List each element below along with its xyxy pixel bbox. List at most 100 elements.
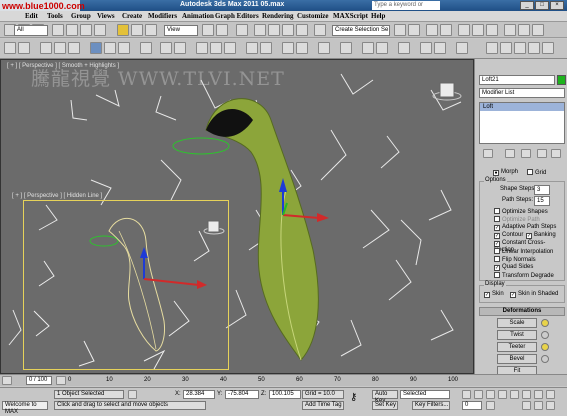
percent-snap-icon[interactable] <box>282 24 294 36</box>
minimize-button[interactable]: _ <box>520 1 534 10</box>
grid-radio[interactable]: Grid <box>527 169 546 176</box>
layer-manager-icon[interactable] <box>426 24 438 36</box>
vertex-icon[interactable] <box>40 42 52 54</box>
selection-icon[interactable] <box>118 42 130 54</box>
mirror-icon[interactable] <box>394 24 406 36</box>
goto-end-icon[interactable] <box>510 390 519 399</box>
unhide-icon[interactable] <box>434 42 446 54</box>
render-setup-icon[interactable] <box>504 24 516 36</box>
pivot-center-icon[interactable] <box>202 24 214 36</box>
fov-icon[interactable] <box>522 401 531 410</box>
pin-stack-icon[interactable] <box>483 149 493 158</box>
maximize-button[interactable]: □ <box>535 1 549 10</box>
ribbon-icon[interactable] <box>4 42 16 54</box>
menu-group[interactable]: Group <box>71 12 91 20</box>
zoom-icon[interactable] <box>522 390 531 399</box>
selection-filter-dropdown[interactable]: All <box>14 25 48 36</box>
set-key-button[interactable]: Set Key <box>372 401 398 410</box>
window-crossing-icon[interactable] <box>94 24 106 36</box>
utilities-panel-icon[interactable] <box>542 42 554 54</box>
select-rotate-icon[interactable] <box>131 24 143 36</box>
material-editor-icon[interactable] <box>486 24 498 36</box>
viewcube-icon[interactable] <box>439 82 455 98</box>
select-scale-icon[interactable] <box>145 24 157 36</box>
menu-views[interactable]: Views <box>97 12 115 20</box>
search-input[interactable]: Type a keyword or phrase <box>372 1 440 17</box>
modifier-list-dropdown[interactable]: Modifier List <box>479 88 565 98</box>
object-paint-icon[interactable] <box>140 42 152 54</box>
msmooth-icon[interactable] <box>362 42 374 54</box>
time-slider[interactable]: 0 / 100 0 10 20 30 40 50 60 70 80 90 100 <box>0 374 567 386</box>
hidden-line-viewport[interactable]: [ + ] [ Perspective ] [ Hidden Line ] <box>12 193 229 370</box>
menu-maxscript[interactable]: MAXScript <box>333 12 368 20</box>
menu-tools[interactable]: Tools <box>47 12 63 20</box>
prev-frame-icon[interactable] <box>2 376 12 385</box>
teeter-button[interactable]: Teeter <box>497 342 537 352</box>
hide-icon[interactable] <box>420 42 432 54</box>
keyboard-shortcut-icon[interactable] <box>236 24 248 36</box>
pan-icon[interactable] <box>534 401 543 410</box>
scale-button[interactable]: Scale <box>497 318 537 328</box>
motion-panel-icon[interactable] <box>514 42 526 54</box>
inset-icon[interactable] <box>224 42 236 54</box>
rendered-frame-icon[interactable] <box>518 24 530 36</box>
linear-interpolation-check[interactable]: Linear Interpolation <box>494 248 553 255</box>
add-time-tag-button[interactable]: Add Time Tag <box>302 401 344 410</box>
schematic-view-icon[interactable] <box>472 24 484 36</box>
menu-customize[interactable]: Customize <box>297 12 329 20</box>
region-select-icon[interactable] <box>80 24 92 36</box>
cut-icon[interactable] <box>174 42 186 54</box>
border-icon[interactable] <box>68 42 80 54</box>
curve-editor-icon[interactable] <box>458 24 470 36</box>
prev-key-icon[interactable] <box>474 390 483 399</box>
adaptive-path-steps-check[interactable]: ✓ Adaptive Path Steps <box>494 224 556 231</box>
modify-panel-icon[interactable] <box>486 42 498 54</box>
zoom-all-icon[interactable] <box>534 390 543 399</box>
teeter-bulb-icon[interactable] <box>541 343 549 351</box>
transform-degrade-check[interactable]: Transform Degrade <box>494 272 554 279</box>
polygon-icon[interactable] <box>18 42 30 54</box>
connect-icon[interactable] <box>246 42 258 54</box>
select-object-icon[interactable] <box>52 24 64 36</box>
goto-start-icon[interactable] <box>462 390 471 399</box>
weld-icon[interactable] <box>282 42 294 54</box>
menu-graph-editors[interactable]: Graph Editors <box>215 12 259 20</box>
swift-loop-icon[interactable] <box>160 42 172 54</box>
tessellate-icon[interactable] <box>376 42 388 54</box>
manipulate-icon[interactable] <box>216 24 228 36</box>
bridge-icon[interactable] <box>318 42 330 54</box>
z-coordinate[interactable]: 100.105 <box>269 390 301 399</box>
planar-icon[interactable] <box>398 42 410 54</box>
optimize-path-check[interactable]: Optimize Path <box>494 216 540 223</box>
deformations-rollout[interactable]: Deformations <box>479 307 565 316</box>
selected-dropdown[interactable]: Selected <box>400 390 450 399</box>
bevel-bulb-icon[interactable] <box>541 355 549 363</box>
object-name-field[interactable]: Loft21 <box>479 75 555 85</box>
stack-item-loft[interactable]: Loft <box>480 103 564 111</box>
optimize-shapes-check[interactable]: Optimize Shapes <box>494 208 548 215</box>
close-button[interactable]: × <box>550 1 564 10</box>
contour-check[interactable]: ✓ Contour <box>494 232 523 239</box>
zoom-extents-icon[interactable] <box>546 390 555 399</box>
ref-coord-dropdown[interactable]: View <box>164 25 198 36</box>
key-icon[interactable]: ⚷ <box>350 392 357 403</box>
orbit-icon[interactable] <box>546 401 555 410</box>
banking-check[interactable]: ✓ Banking <box>526 232 556 239</box>
key-filters-button[interactable]: Key Filters... <box>412 401 450 410</box>
quad-sides-check[interactable]: ✓ Quad Sides <box>494 264 533 271</box>
auto-key-button[interactable]: Auto Key <box>372 390 398 404</box>
snap-toggle-icon[interactable] <box>254 24 266 36</box>
make-unique-icon[interactable] <box>521 149 531 158</box>
twist-button[interactable]: Twist <box>497 330 537 340</box>
skin-check[interactable]: ✓ Skin <box>484 291 504 298</box>
target-weld-icon[interactable] <box>296 42 308 54</box>
select-by-name-icon[interactable] <box>66 24 78 36</box>
menu-edit[interactable]: Edit <box>25 12 38 20</box>
render-icon[interactable] <box>532 24 544 36</box>
lock-selection-icon[interactable] <box>128 390 137 399</box>
bevel-icon[interactable] <box>210 42 222 54</box>
time-slider-frame[interactable]: 0 / 100 <box>26 376 52 385</box>
time-config-icon[interactable] <box>486 401 495 410</box>
flip-normals-check[interactable]: Flip Normals <box>494 256 536 263</box>
y-coordinate[interactable]: -75.804 <box>225 390 259 399</box>
